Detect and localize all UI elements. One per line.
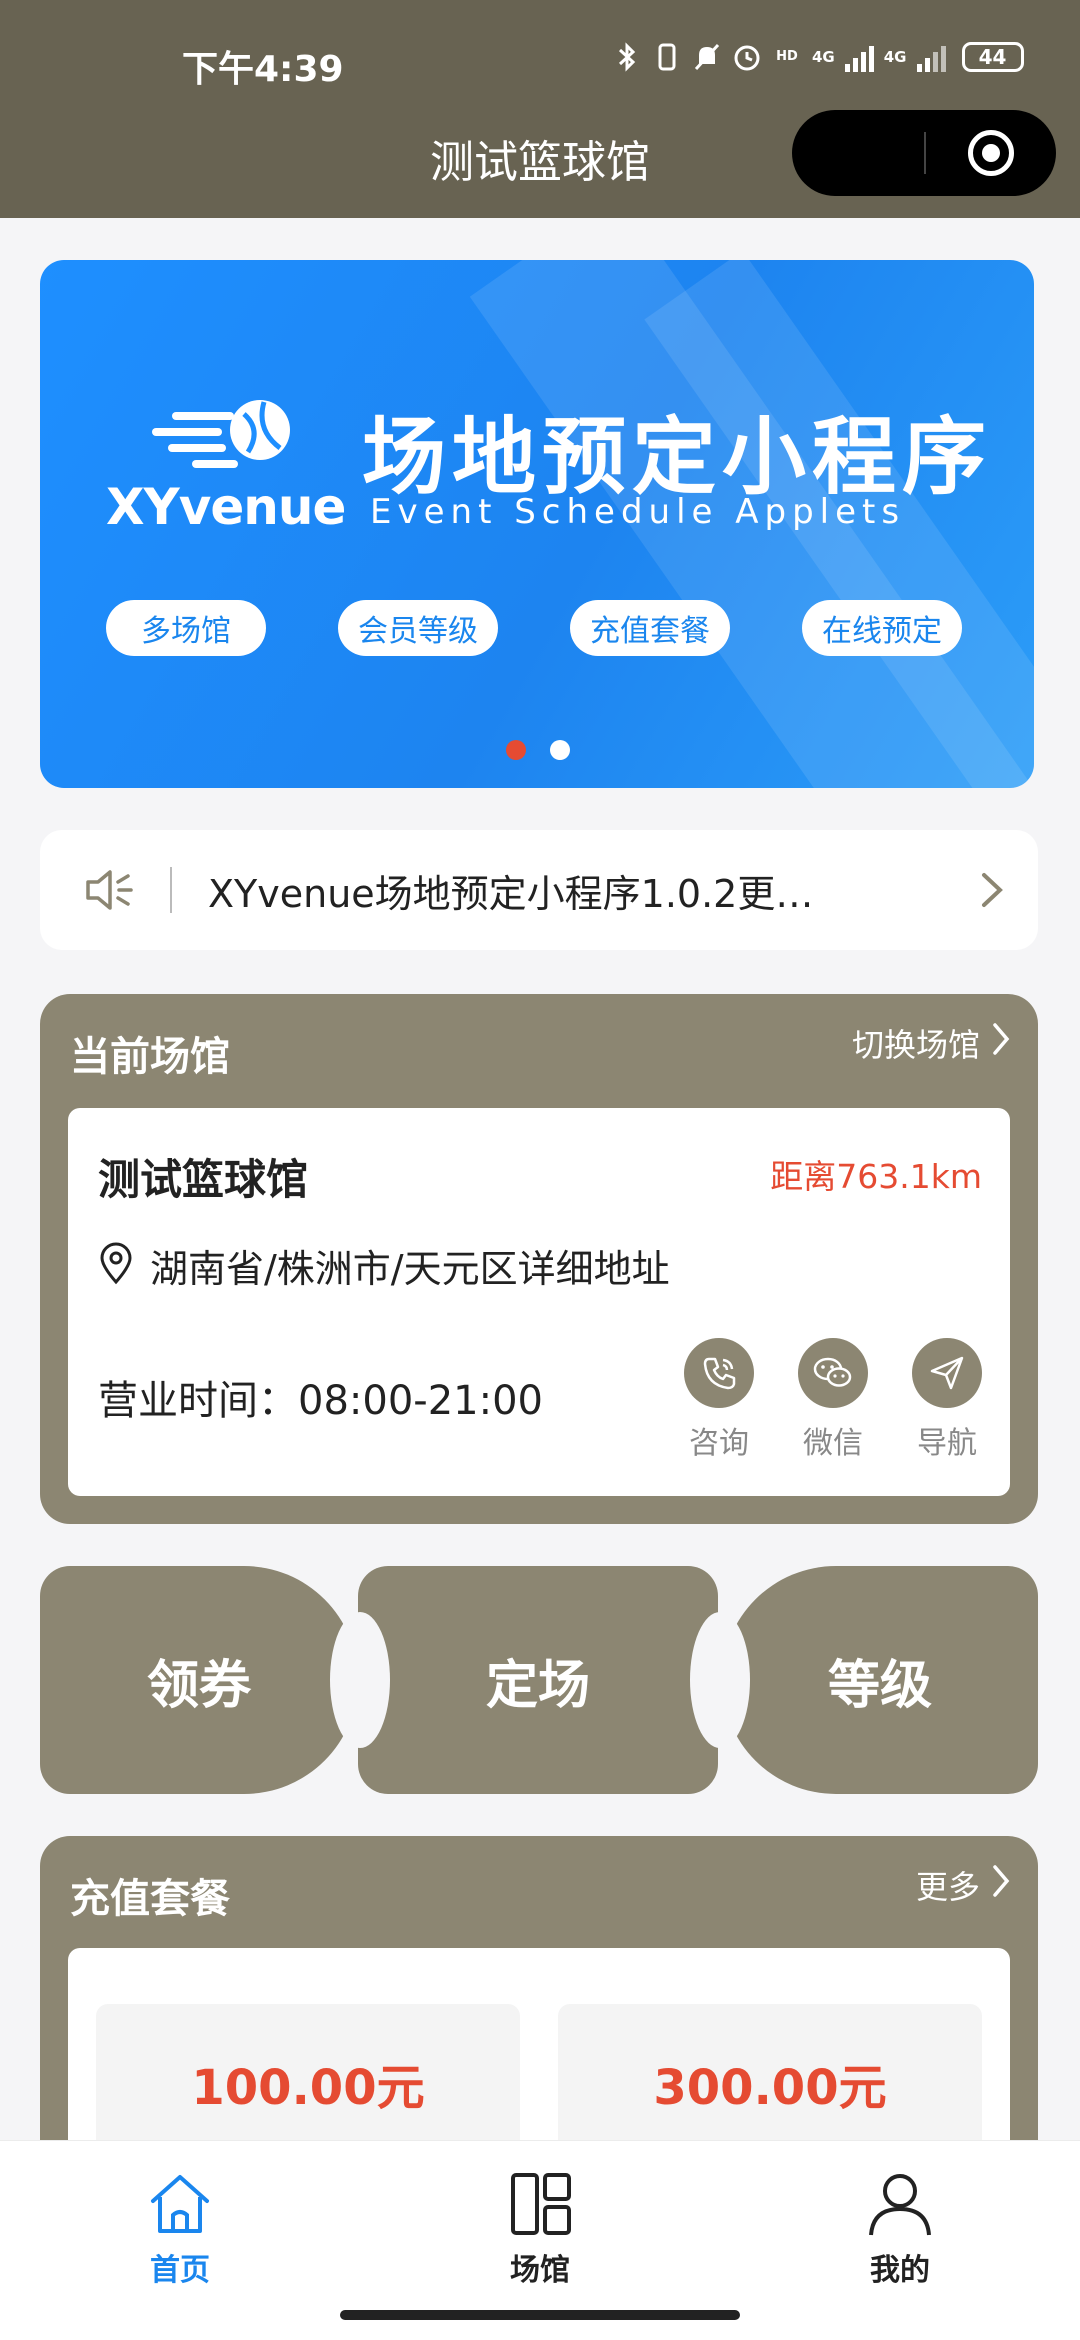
- book-court-button[interactable]: 定场: [358, 1566, 718, 1794]
- network-2-label: 4G: [883, 48, 907, 66]
- profile-icon: [865, 2171, 935, 2241]
- carousel-dots: [506, 740, 570, 760]
- vibrate-icon: [652, 42, 682, 72]
- banner-subtitle: Event Schedule Applets: [370, 492, 906, 532]
- bluetooth-icon: [612, 42, 642, 72]
- tab-venues[interactable]: 场馆: [460, 2171, 620, 2289]
- switch-venue-label: 切换场馆: [851, 1026, 980, 1064]
- location-pin-icon: [96, 1242, 136, 1290]
- carousel-dot[interactable]: [550, 740, 570, 760]
- more-link[interactable]: 更多: [916, 1862, 1012, 1908]
- switch-venue-link[interactable]: 切换场馆: [852, 1020, 1012, 1066]
- consult-button[interactable]: 咨询: [682, 1338, 756, 1462]
- banner-tag: 充值套餐: [570, 600, 730, 656]
- venue-address: 湖南省/株洲市/天元区详细地址: [150, 1247, 670, 1291]
- tab-home[interactable]: 首页: [100, 2171, 260, 2289]
- home-icon: [145, 2171, 215, 2241]
- venue-name: 测试篮球馆: [98, 1155, 309, 1204]
- current-venue-title: 当前场馆: [70, 1034, 230, 1080]
- chevron-right-icon: [990, 1021, 1012, 1065]
- banner-tag: 会员等级: [338, 600, 498, 656]
- home-indicator: [340, 2310, 740, 2320]
- speaker-icon: [80, 860, 140, 920]
- wechat-button[interactable]: 微信: [796, 1338, 870, 1462]
- ticket-notch: [690, 1612, 750, 1748]
- member-level-button[interactable]: 等级: [722, 1566, 1038, 1794]
- hd-icon: HD: [776, 49, 798, 64]
- venue-address-row: 湖南省/株洲市/天元区详细地址: [96, 1238, 670, 1293]
- tab-profile-label: 我的: [870, 2253, 930, 2288]
- ticket-notch: [330, 1612, 390, 1748]
- carousel-dot-active[interactable]: [506, 740, 526, 760]
- venue-hours: 营业时间：08:00-21:00: [98, 1378, 543, 1424]
- capsule-divider: [924, 132, 926, 174]
- status-icons: HD 4G 4G 44: [612, 42, 1024, 72]
- phone-icon: [684, 1338, 754, 1408]
- banner-tag: 在线预定: [802, 600, 962, 656]
- venue-distance: 距离763.1km: [770, 1157, 982, 1196]
- mute-icon: [692, 42, 722, 72]
- consult-label: 咨询: [689, 1426, 749, 1461]
- promo-banner[interactable]: XYvenue 场地预定小程序 Event Schedule Applets 多…: [40, 260, 1034, 788]
- navigate-label: 导航: [917, 1426, 977, 1461]
- recharge-title: 充值套餐: [70, 1876, 230, 1922]
- battery-icon: 44: [961, 42, 1024, 72]
- tab-home-label: 首页: [150, 2253, 210, 2288]
- top-bar: 下午4:39 HD 4G 4G 44 测试篮球馆: [0, 0, 1080, 218]
- signal-icon: [844, 42, 874, 72]
- notice-text[interactable]: XYvenue场地预定小程序1.0.2更…: [208, 863, 972, 918]
- notice-divider: [170, 867, 172, 913]
- navigate-button[interactable]: 导航: [910, 1338, 984, 1462]
- chevron-right-icon[interactable]: [972, 865, 1012, 915]
- notice-bar[interactable]: XYvenue场地预定小程序1.0.2更…: [40, 830, 1038, 950]
- wechat-label: 微信: [803, 1426, 863, 1461]
- venue-card[interactable]: 测试篮球馆 距离763.1km 湖南省/株洲市/天元区详细地址 营业时间：08:…: [68, 1108, 1010, 1496]
- banner-tags: 多场馆 会员等级 充值套餐 在线预定: [106, 600, 962, 656]
- venue-grid-icon: [505, 2171, 575, 2241]
- wechat-icon: [798, 1338, 868, 1408]
- alarm-icon: [732, 42, 762, 72]
- status-time: 下午4:39: [182, 49, 344, 90]
- chevron-right-icon: [990, 1863, 1012, 1907]
- miniprogram-capsule[interactable]: [792, 110, 1056, 196]
- tab-profile[interactable]: 我的: [820, 2171, 980, 2289]
- signal-icon-2: [916, 42, 946, 72]
- more-label: 更多: [915, 1868, 980, 1906]
- current-venue-panel: 当前场馆 切换场馆 测试篮球馆 距离763.1km 湖南省/株洲市/天元区详细地…: [40, 994, 1038, 1524]
- coupon-button[interactable]: 领券: [40, 1566, 358, 1794]
- navigation-icon: [912, 1338, 982, 1408]
- venue-actions: 咨询 微信 导航: [682, 1338, 984, 1462]
- xyvenue-logo-icon: [152, 390, 312, 484]
- tab-venues-label: 场馆: [510, 2253, 570, 2288]
- banner-logo-text: XYvenue: [106, 478, 346, 536]
- close-target-icon[interactable]: [968, 130, 1014, 176]
- banner-tag: 多场馆: [106, 600, 266, 656]
- network-1-label: 4G: [812, 48, 835, 66]
